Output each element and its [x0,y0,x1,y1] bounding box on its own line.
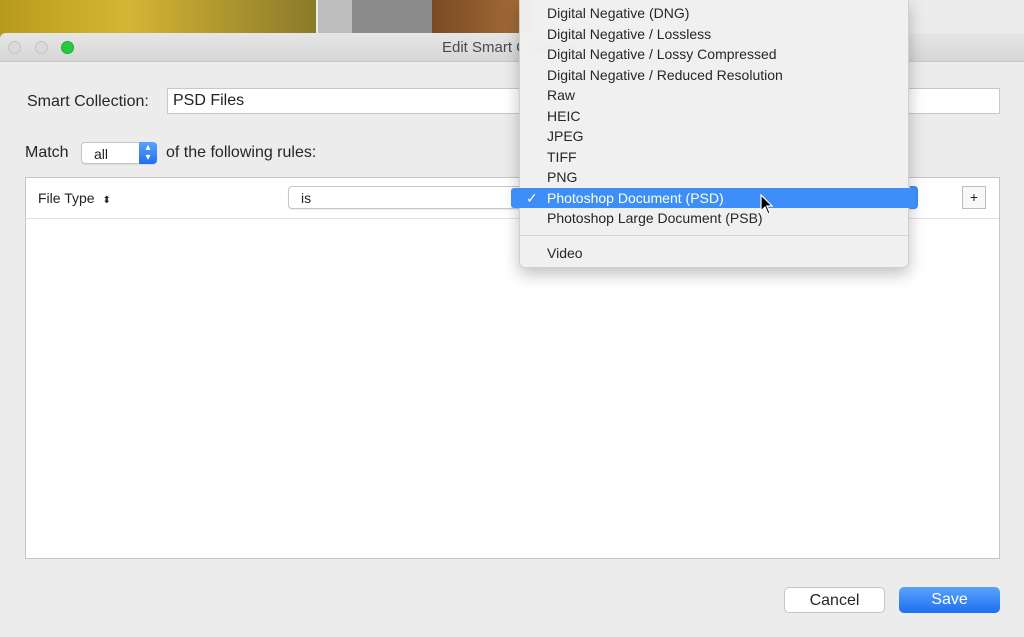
menu-item-label: Digital Negative / Lossy Compressed [547,46,777,62]
updown-icon: ⬍ [102,195,111,206]
menu-item-label: Digital Negative (DNG) [547,5,690,21]
cancel-button[interactable]: Cancel [784,587,885,613]
menu-item-label: JPEG [547,128,584,144]
menu-item-selected[interactable]: ✓ Photoshop Document (PSD) [511,187,916,208]
menu-item-label: Digital Negative / Reduced Resolution [547,66,783,83]
menu-item[interactable]: Raw [520,85,908,105]
checkmark-icon: ✓ [526,189,538,206]
menu-item-label: Photoshop Large Document (PSB) [547,210,763,226]
smart-collection-label: Smart Collection: [27,93,149,110]
rule-operator-value: is [301,190,312,206]
match-value: all [94,146,109,162]
menu-item-label: Digital Negative / Lossless [547,25,712,42]
rule-field-popup[interactable]: File Type ⬍ [38,190,111,206]
menu-item[interactable]: Digital Negative / Lossy Compressed [520,44,908,64]
menu-item-label: Photoshop Document (PSD) [547,189,724,206]
menu-item[interactable]: PNG [520,167,908,187]
menu-separator [520,235,908,236]
menu-item-label: TIFF [547,148,577,165]
menu-item[interactable]: JPEG [520,126,908,146]
file-type-menu: Video Digital Negative (DNG) Digital Nega… [511,0,916,268]
menu-item[interactable]: Digital Negative / Lossless [520,24,908,44]
save-button[interactable]: Save [899,587,1000,613]
menu-item[interactable]: Digital Negative (DNG) [520,3,908,23]
menu-item-label: PNG [547,169,578,185]
menu-item[interactable]: Photoshop Large Document (PSB) [520,208,908,228]
add-rule-button[interactable]: + [962,186,986,209]
rule-field-value: File Type [38,190,95,206]
match-suffix: of the following rules: [166,144,317,161]
menu-item-label: HEIC [547,107,581,124]
menu-item[interactable]: TIFF [520,147,908,167]
mouse-cursor-icon [760,193,774,221]
menu-item-video[interactable]: Video [520,243,908,263]
stepper-icon: ▴ ▾ [139,142,157,164]
match-popup[interactable]: all ▴ ▾ [81,142,157,164]
menu-item[interactable]: Digital Negative / Reduced Resolution [520,65,908,85]
menu-item-label: Raw [547,87,576,103]
menu-item[interactable]: HEIC [520,106,908,126]
match-label: Match [25,144,69,161]
